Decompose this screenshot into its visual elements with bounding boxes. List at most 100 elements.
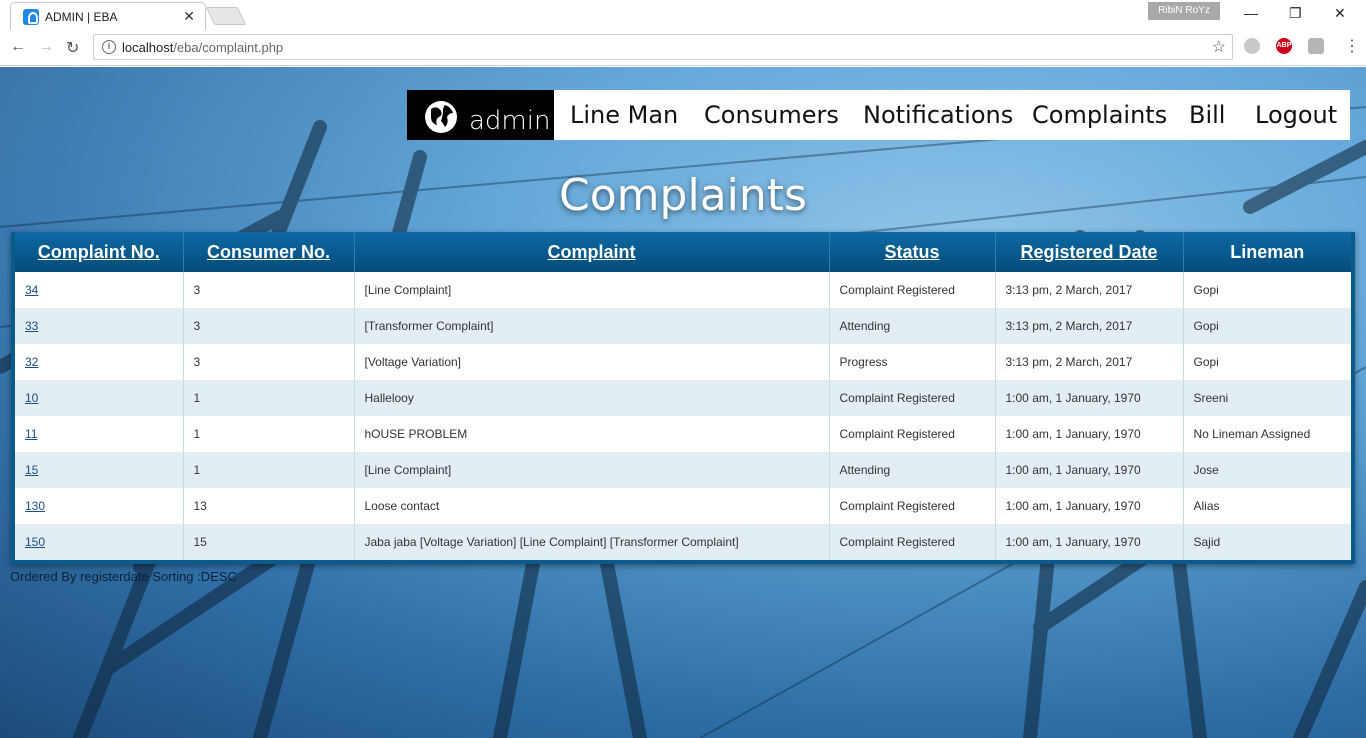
browser-tab[interactable]: ADMIN | EBA ✕ xyxy=(10,2,206,30)
cell-consumer-no: 1 xyxy=(183,380,355,416)
header-complaint-no[interactable]: Complaint No. xyxy=(15,232,184,272)
table-row: 150 15 Jaba jaba [Voltage Variation] [Line… xyxy=(15,524,1351,560)
sort-complaint-no-link[interactable]: Complaint No. xyxy=(38,242,160,262)
nav-line-man[interactable]: Line Man xyxy=(570,101,678,129)
cell-complaint-no: 15 xyxy=(15,452,184,488)
page-content: admin Line Man Consumers Notifications C… xyxy=(0,67,1366,738)
cell-complaint: [Transformer Complaint] xyxy=(354,308,830,344)
cell-complaint: [Line Complaint] xyxy=(354,272,830,308)
complaints-table: Complaint No. Consumer No. Complaint Sta… xyxy=(15,232,1351,560)
url-path: /eba/complaint.php xyxy=(173,40,284,55)
cell-lineman: Alias xyxy=(1183,488,1351,524)
browser-tab-bar: ADMIN | EBA ✕ RibiN RoYz — ❐ ✕ xyxy=(0,0,1366,30)
page-title: Complaints xyxy=(559,170,807,221)
cell-lineman: Sajid xyxy=(1183,524,1351,560)
cell-consumer-no: 3 xyxy=(183,344,355,380)
table-row: 33 3 [Transformer Complaint] Attending 3:13 … xyxy=(15,308,1351,344)
cell-registered-date: 3:13 pm, 2 March, 2017 xyxy=(995,308,1184,344)
cell-complaint-no: 130 xyxy=(15,488,184,524)
globe-icon xyxy=(425,101,457,133)
brand-text: admin xyxy=(469,106,551,136)
header-complaint[interactable]: Complaint xyxy=(354,232,830,272)
cell-registered-date: 3:13 pm, 2 March, 2017 xyxy=(995,344,1184,380)
favicon-icon xyxy=(23,9,39,25)
bookmark-star-icon[interactable]: ☆ xyxy=(1212,37,1226,57)
cell-lineman: Jose xyxy=(1183,452,1351,488)
profile-badge[interactable]: RibiN RoYz xyxy=(1148,2,1220,20)
main-navbar: admin Line Man Consumers Notifications C… xyxy=(407,90,1350,140)
cell-consumer-no: 15 xyxy=(183,524,355,560)
brand-logo[interactable]: admin xyxy=(407,90,554,140)
info-icon[interactable]: i xyxy=(102,40,116,54)
cell-status: Attending xyxy=(829,452,996,488)
cell-complaint-no: 10 xyxy=(15,380,184,416)
cell-lineman: Gopi xyxy=(1183,308,1351,344)
browser-toolbar: ← → ↻ i localhost/eba/complaint.php ☆ AB… xyxy=(0,30,1366,66)
nav-notifications[interactable]: Notifications xyxy=(863,101,1013,129)
url-host: localhost xyxy=(122,40,174,55)
cell-lineman: Sreeni xyxy=(1183,380,1351,416)
address-bar[interactable]: i localhost/eba/complaint.php ☆ xyxy=(93,34,1233,60)
restore-icon[interactable]: ❐ xyxy=(1289,5,1302,22)
cell-consumer-no: 1 xyxy=(183,416,355,452)
close-icon[interactable]: ✕ xyxy=(183,8,195,25)
new-tab-button[interactable] xyxy=(205,7,247,25)
table-row: 15 1 [Line Complaint] Attending 1:00 am, 1 J… xyxy=(15,452,1351,488)
cell-complaint: [Voltage Variation] xyxy=(354,344,830,380)
complaint-link[interactable]: 15 xyxy=(25,463,38,477)
nav-logout[interactable]: Logout xyxy=(1255,101,1337,129)
header-lineman: Lineman xyxy=(1183,232,1351,272)
cell-registered-date: 1:00 am, 1 January, 1970 xyxy=(995,380,1184,416)
complaint-link[interactable]: 33 xyxy=(25,319,38,333)
table-row: 11 1 hOUSE PROBLEM Complaint Registered 1:00… xyxy=(15,416,1351,452)
table-row: 34 3 [Line Complaint] Complaint Registered 3… xyxy=(15,272,1351,308)
complaint-link[interactable]: 150 xyxy=(25,535,45,549)
cell-consumer-no: 3 xyxy=(183,308,355,344)
table-header-row: Complaint No. Consumer No. Complaint Sta… xyxy=(15,232,1351,272)
adblock-icon[interactable]: ABP xyxy=(1276,38,1292,54)
header-consumer-no[interactable]: Consumer No. xyxy=(183,232,355,272)
globe-extension-icon[interactable] xyxy=(1244,38,1260,54)
shield-extension-icon[interactable] xyxy=(1308,38,1324,54)
sort-registered-date-link[interactable]: Registered Date xyxy=(1020,242,1157,262)
cell-lineman: Gopi xyxy=(1183,344,1351,380)
nav-complaints[interactable]: Complaints xyxy=(1032,101,1167,129)
cell-status: Complaint Registered xyxy=(829,380,996,416)
complaint-link[interactable]: 32 xyxy=(25,355,38,369)
cell-registered-date: 1:00 am, 1 January, 1970 xyxy=(995,488,1184,524)
cell-status: Complaint Registered xyxy=(829,488,996,524)
cell-lineman: No Lineman Assigned xyxy=(1183,416,1351,452)
cell-lineman: Gopi xyxy=(1183,272,1351,308)
sort-order-note: Ordered By registerdate Sorting :DESC xyxy=(10,569,237,584)
cell-status: Complaint Registered xyxy=(829,272,996,308)
complaint-link[interactable]: 11 xyxy=(25,427,37,441)
cell-complaint: hOUSE PROBLEM xyxy=(354,416,830,452)
tab-title: ADMIN | EBA xyxy=(45,10,118,24)
sort-status-link[interactable]: Status xyxy=(884,242,939,262)
menu-icon[interactable]: ⋮ xyxy=(1344,36,1360,56)
window-close-icon[interactable]: ✕ xyxy=(1334,5,1346,22)
nav-bill[interactable]: Bill xyxy=(1189,101,1225,129)
reload-icon[interactable]: ↻ xyxy=(66,38,79,58)
cell-consumer-no: 13 xyxy=(183,488,355,524)
header-status[interactable]: Status xyxy=(829,232,996,272)
cell-complaint-no: 11 xyxy=(15,416,184,452)
table-row: 10 1 Hallelooy Complaint Registered 1:00 am,… xyxy=(15,380,1351,416)
cell-registered-date: 1:00 am, 1 January, 1970 xyxy=(995,452,1184,488)
cell-consumer-no: 1 xyxy=(183,452,355,488)
cell-registered-date: 3:13 pm, 2 March, 2017 xyxy=(995,272,1184,308)
sort-consumer-no-link[interactable]: Consumer No. xyxy=(207,242,330,262)
forward-arrow-icon[interactable]: → xyxy=(38,38,54,56)
header-registered-date[interactable]: Registered Date xyxy=(995,232,1184,272)
cell-complaint: Jaba jaba [Voltage Variation] [Line Comp… xyxy=(354,524,830,560)
minimize-icon[interactable]: — xyxy=(1244,5,1258,21)
back-arrow-icon[interactable]: ← xyxy=(10,38,26,56)
url-text: localhost/eba/complaint.php xyxy=(122,40,283,55)
complaint-link[interactable]: 34 xyxy=(25,283,38,297)
complaint-link[interactable]: 130 xyxy=(25,499,45,513)
cell-complaint-no: 34 xyxy=(15,272,184,308)
cell-complaint-no: 33 xyxy=(15,308,184,344)
nav-consumers[interactable]: Consumers xyxy=(704,101,839,129)
sort-complaint-link[interactable]: Complaint xyxy=(548,242,636,262)
complaint-link[interactable]: 10 xyxy=(25,391,38,405)
